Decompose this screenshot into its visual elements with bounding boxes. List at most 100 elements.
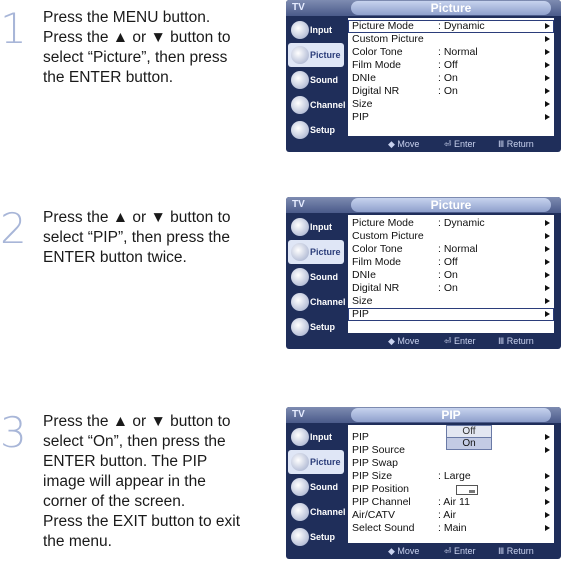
menu-item-label: PIP Source — [352, 444, 405, 456]
menu-item-label: PIP Position — [352, 483, 410, 495]
menu-item-label: Color Tone — [352, 243, 403, 255]
sidebar-item-label: Channel — [310, 100, 346, 110]
chevron-right-icon — [545, 36, 550, 42]
menu-item-pip-size[interactable]: PIP Size: Large — [348, 470, 554, 483]
sidebar-item-setup[interactable]: Setup — [288, 315, 344, 339]
menu-item-label: PIP — [352, 308, 369, 320]
step-instructions: Press the ▲ or ▼ button to select “PIP”,… — [43, 208, 279, 268]
menu-item-label: Film Mode — [352, 59, 402, 71]
menu-item-pip[interactable]: PIP — [348, 308, 554, 321]
instruction-line: Press the ▲ or ▼ button to — [43, 413, 231, 430]
instruction-line: Press the MENU button. — [43, 9, 211, 26]
setup-icon — [291, 318, 309, 336]
footer-enter: ⏎ Enter — [444, 336, 476, 346]
menu-item-label: DNIe — [352, 269, 376, 281]
chevron-right-icon — [545, 114, 550, 120]
sidebar-item-label: Sound — [310, 272, 338, 282]
menu-item-label: PIP Swap — [352, 457, 398, 469]
instruction-line: Press the ▲ or ▼ button to — [43, 209, 231, 226]
instruction-line: the ENTER button. — [43, 69, 174, 86]
menu-item-picture-mode[interactable]: Picture Mode: Dynamic — [348, 217, 554, 230]
osd-title: PIP — [351, 408, 551, 422]
sound-icon — [291, 71, 309, 89]
menu-item-custom-picture[interactable]: Custom Picture — [348, 230, 554, 243]
chevron-right-icon — [545, 298, 550, 304]
menu-item-label: Digital NR — [352, 282, 400, 294]
sidebar-item-input[interactable]: Input — [288, 215, 344, 239]
sidebar-item-input[interactable]: Input — [288, 425, 344, 449]
footer-return: Ⅲ Return — [498, 139, 534, 149]
sidebar-item-setup[interactable]: Setup — [288, 525, 344, 549]
menu-item-label: Custom Picture — [352, 230, 424, 242]
menu-item-size[interactable]: Size — [348, 98, 554, 111]
menu-item-label: Size — [352, 98, 373, 110]
menu-item-pip-position[interactable]: PIP Position — [348, 483, 554, 496]
chevron-right-icon — [545, 49, 550, 55]
sidebar-item-label: Picture — [310, 50, 341, 60]
menu-item-air-catv[interactable]: Air/CATV: Air — [348, 509, 554, 522]
instruction-line: Press the ▲ or ▼ button to — [43, 29, 231, 46]
osd-footer: ◆ Move ⏎ Enter Ⅲ Return — [348, 335, 554, 347]
chevron-right-icon — [545, 486, 550, 492]
input-icon — [291, 428, 309, 446]
picture-icon — [291, 46, 309, 64]
menu-item-pip-swap[interactable]: PIP Swap — [348, 457, 554, 470]
menu-item-color-tone[interactable]: Color Tone: Normal — [348, 46, 554, 59]
sidebar-item-sound[interactable]: Sound — [288, 475, 344, 499]
menu-item-film-mode[interactable]: Film Mode: Off — [348, 256, 554, 269]
menu-item-select-sound[interactable]: Select Sound: Main — [348, 522, 554, 535]
osd-menu-list: Picture Mode: Dynamic Custom Picture Col… — [348, 215, 554, 333]
tv-osd-menu: TV Picture Input Picture Sound Channel S… — [286, 0, 561, 152]
sidebar-item-sound[interactable]: Sound — [288, 265, 344, 289]
chevron-right-icon — [545, 233, 550, 239]
sidebar-item-channel[interactable]: Channel — [288, 500, 346, 524]
menu-item-dnie[interactable]: DNIe: On — [348, 269, 554, 282]
sidebar-item-label: Picture — [310, 457, 341, 467]
menu-item-picture-mode[interactable]: Picture Mode: Dynamic — [348, 20, 554, 33]
chevron-right-icon — [545, 512, 550, 518]
sidebar-item-channel[interactable]: Channel — [288, 290, 346, 314]
menu-item-size[interactable]: Size — [348, 295, 554, 308]
channel-icon — [291, 503, 309, 521]
sidebar-item-picture[interactable]: Picture — [288, 43, 344, 67]
footer-enter: ⏎ Enter — [444, 546, 476, 556]
pip-option-on[interactable]: On — [446, 437, 492, 450]
menu-item-dnie[interactable]: DNIe: On — [348, 72, 554, 85]
menu-item-color-tone[interactable]: Color Tone : Normal — [348, 243, 554, 256]
picture-icon — [291, 243, 309, 261]
menu-item-digital-nr[interactable]: Digital NR: On — [348, 282, 554, 295]
instruction-line: image will appear in the — [43, 473, 206, 490]
osd-title: Picture — [351, 1, 551, 15]
step-number: 3 — [0, 408, 27, 457]
osd-menu-list: Picture Mode: Dynamic Custom Picture Col… — [348, 18, 554, 136]
setup-icon — [291, 528, 309, 546]
tv-osd-menu: TV Picture Input Picture Sound Channel S… — [286, 197, 561, 349]
menu-item-value: : Large — [438, 470, 471, 482]
sidebar-item-sound[interactable]: Sound — [288, 68, 344, 92]
menu-item-digital-nr[interactable]: Digital NR: On — [348, 85, 554, 98]
chevron-right-icon — [545, 62, 550, 68]
sidebar-item-picture[interactable]: Picture — [288, 450, 344, 474]
menu-item-custom-picture[interactable]: Custom Picture — [348, 33, 554, 46]
sidebar-item-setup[interactable]: Setup — [288, 118, 344, 142]
menu-item-pip-channel[interactable]: PIP Channel: Air 11 — [348, 496, 554, 509]
sidebar-item-channel[interactable]: Channel — [288, 93, 346, 117]
menu-item-value: : Air 11 — [438, 496, 470, 508]
menu-item-label: Picture Mode — [352, 217, 414, 229]
menu-item-pip[interactable]: PIP — [348, 111, 554, 124]
osd-tv-label: TV — [292, 199, 305, 210]
setup-icon — [291, 121, 309, 139]
chevron-right-icon — [545, 447, 550, 453]
menu-item-value: : Off — [438, 59, 458, 71]
pip-position-icon — [456, 485, 478, 495]
menu-item-label: Custom Picture — [352, 33, 424, 45]
sidebar-item-input[interactable]: Input — [288, 18, 344, 42]
instruction-line: select “On”, then press the — [43, 433, 226, 450]
sidebar-item-picture[interactable]: Picture — [288, 240, 344, 264]
menu-item-label: PIP — [352, 431, 369, 443]
menu-item-value: : Normal — [438, 46, 478, 58]
menu-item-value: : Normal — [438, 243, 478, 255]
instruction-line: select “PIP”, then press the — [43, 229, 230, 246]
menu-item-film-mode[interactable]: Film Mode : Off — [348, 59, 554, 72]
menu-item-value: : Main — [438, 522, 467, 534]
